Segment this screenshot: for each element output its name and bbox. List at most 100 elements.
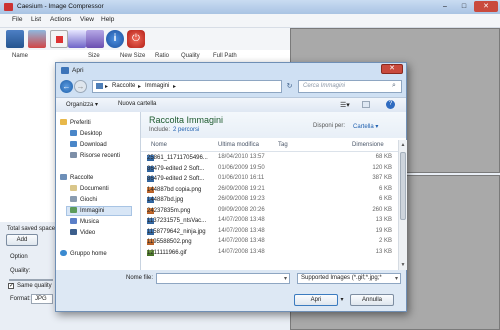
menu-actions[interactable]: Actions [50, 16, 71, 23]
breadcrumb-raccolte[interactable]: Raccolte [112, 83, 135, 89]
search-placeholder: Cerca Immagini [303, 83, 346, 89]
breadcrumb[interactable]: ▸ Raccolte ▸ Immagini ▸ [92, 80, 282, 93]
refresh-icon[interactable]: ↻ [283, 80, 296, 93]
new-folder-button[interactable]: Nuova cartella [118, 101, 156, 107]
quality-slider[interactable] [9, 279, 53, 281]
nav-pictures[interactable]: Immagini [66, 206, 132, 216]
same-quality-checkbox[interactable]: ✓ [8, 283, 14, 289]
nav-recent[interactable]: Risorse recenti [70, 152, 120, 159]
menu-bar: File List Actions View Help [0, 14, 500, 28]
nav-libraries[interactable]: Raccolte [60, 174, 93, 181]
col-name[interactable]: Name [12, 53, 28, 59]
options-panel: Total saved space Add Option Quality: ✓ … [0, 222, 55, 330]
dialog-footer: Nome file: ▾ Supported Images (*.gif;*.j… [56, 270, 406, 311]
file-row[interactable]: 24237835m.png 09/09/2008 20:26 260 KB [141, 206, 398, 217]
col-ultima-modifica[interactable]: Ultima modifica [218, 142, 259, 148]
open-options-icon[interactable]: ▾ [338, 294, 346, 306]
recent-places-icon [70, 152, 77, 158]
power-icon[interactable]: ⏻ [127, 30, 145, 48]
menu-list[interactable]: List [31, 16, 41, 23]
scroll-up-icon[interactable]: ▲ [400, 142, 406, 148]
vertical-scrollbar[interactable]: ▲ ▼ [398, 140, 407, 270]
col-quality[interactable]: Quality [181, 53, 200, 59]
cancel-button[interactable]: Annulla [350, 294, 394, 306]
col-tag[interactable]: Tag [278, 142, 288, 148]
desktop-icon [70, 130, 77, 136]
main-titlebar: Caesium - Image Compressor – □ ✕ [0, 0, 500, 14]
file-row[interactable]: 1137231575_ntsVac... 14/07/2008 13:48 13 K… [141, 216, 398, 227]
scroll-down-icon[interactable]: ▼ [400, 262, 406, 268]
back-arrow-icon[interactable]: ← [60, 80, 73, 93]
filename-label: Nome file: [126, 275, 154, 281]
preview-pane-icon[interactable] [362, 101, 370, 108]
col-size[interactable]: Size [88, 53, 100, 59]
download-icon [70, 141, 77, 147]
file-row[interactable]: 1195588502.png 14/07/2008 13:48 2 KB [141, 237, 398, 248]
star-icon [60, 119, 67, 125]
nav-homegroup[interactable]: Gruppo home [60, 250, 107, 257]
forward-arrow-icon[interactable]: → [74, 80, 87, 93]
nav-download[interactable]: Download [70, 141, 107, 148]
arrange-label: Disponi per: [313, 123, 346, 129]
col-nome[interactable]: Nome [151, 142, 167, 148]
organize-label: Organizza [66, 102, 94, 108]
breadcrumb-immagini[interactable]: Immagini [145, 83, 169, 89]
search-input[interactable]: Cerca Immagini ⌕ [298, 80, 402, 93]
organize-button[interactable]: Organizza ▾ [66, 101, 98, 108]
dialog-close-button[interactable]: ✕ [381, 64, 403, 74]
file-row[interactable]: 1211111966.gif 14/07/2008 13:48 13 KB [141, 248, 398, 259]
menu-help[interactable]: Help [101, 16, 114, 23]
games-icon [70, 196, 77, 202]
search-icon[interactable]: ⌕ [392, 82, 396, 90]
nav-music[interactable]: Musica [70, 218, 99, 225]
file-row[interactable]: 86479-edited 2 Soft... 01/06/2010 16:11 38… [141, 174, 398, 185]
maximize-button[interactable]: □ [455, 1, 473, 12]
includes-link[interactable]: 2 percorsi [173, 127, 199, 133]
add-pictures-icon[interactable] [6, 30, 24, 48]
navigation-pane: Preferiti Desktop Download Risorse recen… [56, 112, 141, 270]
minimize-button[interactable]: – [436, 1, 454, 12]
format-select[interactable]: JPG [31, 294, 53, 304]
preview-icon[interactable] [68, 30, 86, 48]
nav-video[interactable]: Video [70, 229, 95, 236]
dialog-icon [61, 67, 69, 74]
library-icon [60, 174, 67, 180]
menu-view[interactable]: View [80, 16, 94, 23]
col-full-path[interactable]: Full Path [213, 53, 237, 59]
same-quality-label: Same quality [17, 283, 52, 289]
file-list-pane: Raccolta Immagini Include: 2 percorsi Di… [141, 112, 407, 270]
file-row[interactable]: 144887bd copia.png 26/09/2008 19:21 6 KB [141, 185, 398, 196]
nav-games[interactable]: Giochi [70, 196, 97, 203]
remove-pictures-icon[interactable] [28, 30, 46, 48]
file-row[interactable]: 25861_11711705496... 18/04/2010 13:57 68 K… [141, 153, 398, 164]
nav-documents[interactable]: Documenti [70, 185, 109, 192]
open-button[interactable]: Apri [294, 294, 338, 306]
address-bar: ← → ▸ Raccolte ▸ Immagini ▸ ↻ Cerca Imma… [60, 79, 402, 95]
file-row[interactable]: 144887bd.jpg 26/09/2008 19:23 6 KB [141, 195, 398, 206]
chevron-down-icon[interactable]: ▾ [394, 275, 398, 282]
file-row[interactable]: 1158779642_ninja.jpg 14/07/2008 13:48 19 K… [141, 227, 398, 238]
nav-favorites[interactable]: Preferiti [60, 119, 91, 126]
scroll-thumb[interactable] [400, 152, 406, 220]
col-ratio[interactable]: Ratio [155, 53, 169, 59]
col-dimensione[interactable]: Dimensione [352, 142, 384, 148]
app-icon [4, 3, 13, 11]
help-icon[interactable]: ? [386, 100, 395, 109]
file-row[interactable]: 86479-edited 2 Soft... 01/06/2009 19:50 12… [141, 164, 398, 175]
homegroup-icon [60, 250, 67, 256]
clear-list-icon[interactable] [50, 30, 68, 48]
filetype-select[interactable]: Supported Images (*.gif;*.jpg;* ▾ [297, 273, 401, 284]
filename-input[interactable]: ▾ [156, 273, 290, 284]
col-new-size[interactable]: New Size [120, 53, 145, 59]
close-button[interactable]: ✕ [474, 1, 498, 12]
menu-file[interactable]: File [12, 16, 22, 23]
add-button[interactable]: Add [6, 234, 38, 246]
chevron-down-icon[interactable]: ▾ [284, 275, 287, 282]
view-options-icon[interactable]: ☰▾ [340, 101, 350, 109]
compress-icon[interactable] [86, 30, 104, 48]
quality-label: Quality: [10, 268, 31, 274]
info-icon[interactable]: i [106, 30, 124, 48]
arrange-select[interactable]: Cartella ▾ [353, 123, 378, 130]
music-icon [70, 218, 77, 224]
nav-desktop[interactable]: Desktop [70, 130, 102, 137]
